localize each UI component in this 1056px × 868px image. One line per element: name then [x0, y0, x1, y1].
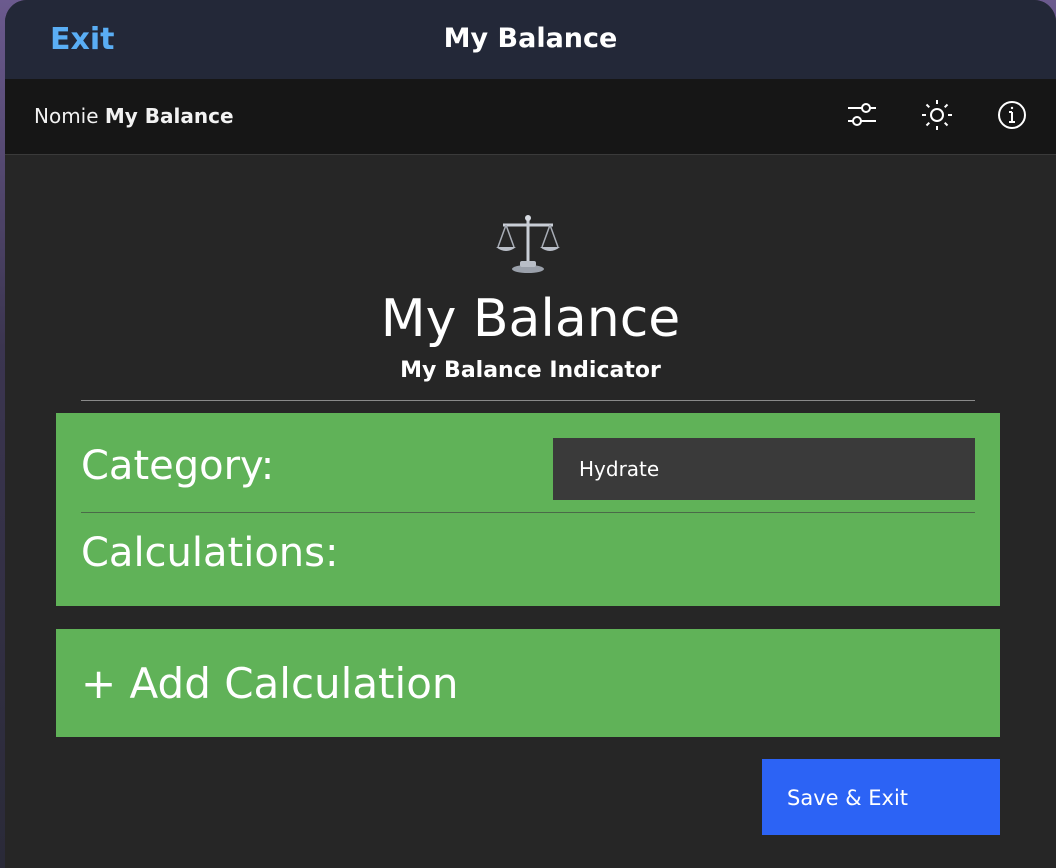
brand: Nomie My Balance [34, 104, 234, 128]
plugin-subtitle: My Balance Indicator [400, 358, 661, 383]
balance-scale-icon [493, 211, 563, 281]
add-calculation-button[interactable]: + Add Calculation [56, 629, 1000, 737]
brightness-icon[interactable] [919, 97, 955, 133]
plugin-window: Exit My Balance Nomie My Balance My Bala… [5, 0, 1056, 868]
brand-name: My Balance [104, 104, 234, 128]
calculations-label: Calculations: [81, 530, 339, 576]
window-title: My Balance [443, 23, 618, 54]
category-label: Category: [81, 443, 275, 489]
brand-prefix: Nomie [34, 104, 99, 128]
card-divider [81, 512, 975, 513]
settings-card: Category: Hydrate Calculations: [56, 413, 1000, 606]
info-icon[interactable] [994, 97, 1030, 133]
window-titlebar: Exit My Balance [5, 0, 1056, 79]
plugin-title: My Balance [380, 289, 681, 349]
header-divider [81, 400, 975, 401]
category-select[interactable]: Hydrate [553, 438, 975, 500]
add-calculation-label: + Add Calculation [81, 659, 459, 708]
save-exit-button[interactable]: Save & Exit [762, 759, 1000, 835]
app-header: Nomie My Balance [5, 79, 1056, 155]
plugin-content: My Balance My Balance Indicator Category… [5, 155, 1056, 868]
sliders-icon[interactable] [844, 97, 880, 133]
